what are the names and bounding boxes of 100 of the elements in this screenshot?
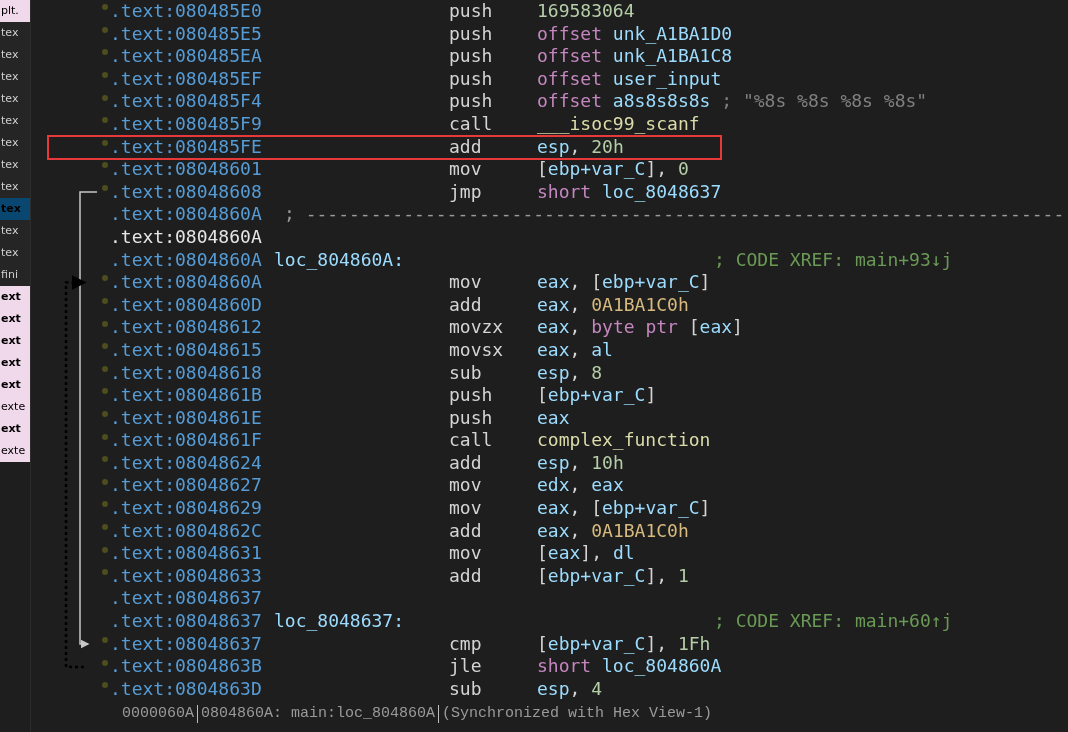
segment-item[interactable]: tex [0,154,30,176]
address: .text:080485EF [110,67,263,91]
breakpoint-dot [102,433,108,440]
operand: ___isoc99_scanf [537,112,700,136]
operand: eax [537,406,570,430]
segment-item[interactable]: tex [0,44,30,66]
address: .text:0804862C [110,519,263,543]
operand: short loc_804860A [537,655,722,678]
address: .text:0804861F [110,429,263,452]
operand: esp, 10h [537,451,624,475]
address: .text:080485E5 [110,22,263,46]
breakpoint-dot [102,343,108,350]
address: .text:080485FE [110,135,263,159]
address: .text:08048633 [110,564,263,588]
segment-item[interactable]: tex [0,132,30,154]
operand: edx, eax [537,474,624,498]
segment-item[interactable]: exte [0,396,30,418]
address: .text:080485F9 [110,112,263,136]
mnemonic: push [449,406,494,430]
operand: esp, 20h [537,135,624,159]
label: loc_8048637: [274,610,406,633]
breakpoint-dot [102,320,108,327]
current-location: 0804860A: main:loc_804860A [197,705,439,724]
segment-item[interactable]: ext [0,352,30,374]
address: .text:08048629 [110,497,263,520]
breakpoint-dot [102,139,108,146]
segment-item[interactable]: ext [0,374,30,396]
segment-item[interactable]: tex [0,88,30,110]
address: .text:08048637 [110,610,263,633]
segment-item[interactable]: tex [0,66,30,88]
operand: short loc_8048637 [537,180,722,204]
address: .text:0804860A [110,248,263,272]
mnemonic: mov [449,474,483,498]
address: .text:0804860D [110,293,263,317]
segment-item[interactable]: tex [0,220,30,242]
operand: offset unk_A1BA1C8 [537,45,733,68]
segment-item[interactable]: tex [0,176,30,198]
address: .text:08048624 [110,451,263,475]
breakpoint-dot [102,659,108,666]
address: .text:080485EA [110,45,263,68]
separator-comment: ; ---------------------------------------------------------------------- [284,203,1065,226]
mnemonic: push [449,384,494,407]
address: .text:08048631 [110,542,263,565]
address: .text:08048608 [110,180,263,204]
mnemonic: mov [449,271,483,294]
address: .text:0804863D [110,677,263,701]
mnemonic: jle [449,655,483,678]
mnemonic: push [449,0,494,23]
segment-item[interactable]: ext [0,308,30,330]
operand: [eax], dl [537,542,635,565]
operand: [ebp+var_C], 0 [537,158,689,181]
operand: offset user_input [537,67,722,91]
mnemonic: mov [449,542,483,565]
address: .text:08048627 [110,474,263,498]
mnemonic: push [449,22,494,46]
breakpoint-dot [102,185,108,192]
mnemonic: add [449,519,483,543]
address: .text:080485E0 [110,0,263,23]
breakpoint-dot [102,523,108,530]
address: .text:0804860A [110,225,263,249]
operand: eax, 0A1BA1C0h [537,519,689,543]
breakpoint-dot [102,4,108,11]
segment-item[interactable]: tex [0,22,30,44]
mnemonic: call [449,429,494,452]
segment-item[interactable]: tex [0,242,30,264]
breakpoint-dot [102,72,108,79]
segment-item[interactable]: plt. [0,0,30,22]
address: .text:08048615 [110,338,263,362]
breakpoint-dot [102,569,108,576]
segment-item[interactable]: ext [0,286,30,308]
segment-item[interactable]: ext [0,330,30,352]
breakpoint-dot [102,49,108,56]
address: .text:080485F4 [110,90,263,113]
breakpoint-dot [102,501,108,508]
operand: eax, al [537,338,613,362]
breakpoint-dot [102,411,108,417]
breakpoint-dot [102,478,108,485]
mnemonic: add [449,135,483,159]
segment-item[interactable]: exte [0,440,30,462]
operand: [ebp+var_C], 1Fh [537,632,711,656]
segment-item[interactable]: ext [0,418,30,440]
breakpoint-dot [102,456,108,463]
label: loc_804860A: [274,248,406,272]
segment-item[interactable]: tex [0,110,30,132]
operand: [ebp+var_C] [537,384,657,407]
address: .text:0804860A [110,271,263,294]
breakpoint-dot [102,546,108,553]
mnemonic: cmp [449,632,483,656]
segment-item[interactable]: fini [0,264,30,286]
address: .text:0804861B [110,384,263,407]
mnemonic: sub [449,677,483,701]
breakpoint-dot [102,298,108,304]
operand: eax, 0A1BA1C0h [537,293,689,317]
file-offset: 0000060A [121,705,195,724]
mnemonic: add [449,293,483,317]
breakpoint-dot [102,275,108,282]
breakpoint-dot [102,162,108,169]
breakpoint-dot [102,365,108,372]
mnemonic: jmp [449,180,483,204]
mnemonic: call [449,112,494,136]
